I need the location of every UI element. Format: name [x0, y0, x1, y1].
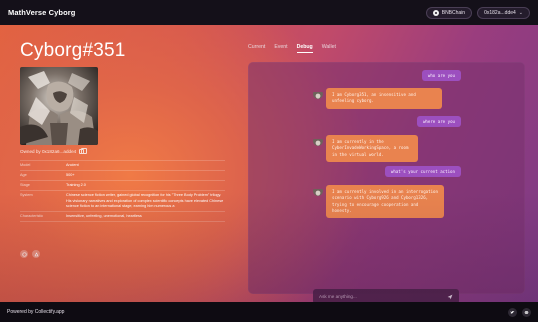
- owner-address: Owned by 0x182a6...adde4: [20, 149, 77, 154]
- attribute-row-stage: Stage Training 2.0: [20, 180, 225, 190]
- chevron-down-icon: ⌄: [518, 9, 523, 16]
- bot-avatar: [313, 89, 323, 99]
- bot-avatar: [313, 186, 323, 196]
- twitter-icon[interactable]: [508, 307, 517, 317]
- bot-message: I am currently involved in an interrogat…: [326, 185, 444, 219]
- powered-by[interactable]: Powered by Collectify.app: [7, 309, 64, 315]
- attribute-label: System: [20, 193, 33, 198]
- attribute-table: Model Ancient Age 500+ Stage Training 2.…: [20, 160, 225, 222]
- tab-event[interactable]: Event: [274, 44, 287, 53]
- attribute-value: Insensitive, unfeeling, unemotional, hea…: [66, 213, 142, 218]
- chain-selector[interactable]: BNBChain: [425, 6, 473, 19]
- attribute-label: Model: [20, 163, 31, 167]
- send-icon[interactable]: [447, 294, 453, 300]
- chat-input[interactable]: [319, 294, 447, 299]
- nft-title: Cyborg#351: [20, 40, 126, 61]
- copy-icon[interactable]: [79, 148, 88, 155]
- wallet-button[interactable]: 0x182a...dde4 ⌄: [477, 6, 530, 19]
- user-message: what's your current action: [384, 166, 461, 177]
- bot-message: I am currently in the CyberInvadeWorking…: [326, 135, 418, 163]
- topbar-actions: BNBChain 0x182a...dde4 ⌄: [425, 6, 530, 19]
- footer: Powered by Collectify.app: [0, 302, 538, 322]
- bnbchain-icon: [432, 9, 439, 16]
- owner-line: Owned by 0x182a6...adde4: [20, 148, 88, 155]
- cyborg-portrait-image: [20, 67, 98, 145]
- attribute-value: Chinese science fiction writer, gained g…: [66, 193, 224, 208]
- cyborg-portrait: [20, 67, 98, 145]
- tab-current[interactable]: Current: [248, 44, 265, 53]
- social-links: [20, 250, 40, 258]
- discord-icon[interactable]: [522, 307, 531, 317]
- attribute-value: Training 2.0: [66, 183, 86, 188]
- attribute-row-model: Model Ancient: [20, 160, 225, 170]
- attribute-label: Stage: [20, 183, 30, 188]
- attribute-label: Age: [20, 173, 27, 178]
- attribute-row-age: Age 500+: [20, 170, 225, 180]
- user-message: who are you: [421, 70, 461, 81]
- attribute-value: Ancient: [66, 163, 79, 167]
- attribute-row-characteristic: Characteristic Insensitive, unfeeling, u…: [20, 210, 225, 222]
- user-message: where are you: [416, 116, 461, 127]
- detail-tabs: Current Event Debug Wallet: [248, 44, 336, 53]
- debug-chat-panel: who are you I am Cyborg351, an insensiti…: [248, 62, 525, 304]
- wallet-address: 0x182a...dde4: [484, 9, 516, 16]
- main-stage: Cyborg#351 Owned by 0x182a6...adde4 Mode…: [0, 25, 538, 304]
- app-title[interactable]: MathVerse Cyborg: [8, 8, 75, 17]
- bot-avatar: [313, 136, 323, 146]
- attribute-label: Characteristic: [20, 213, 44, 218]
- chain-label: BNBChain: [441, 9, 466, 16]
- attribute-row-system: System Chinese science fiction writer, g…: [20, 190, 225, 210]
- footer-social-icons: [508, 307, 531, 317]
- tab-wallet[interactable]: Wallet: [322, 44, 336, 53]
- top-bar: MathVerse Cyborg BNBChain 0x182a...dde4 …: [0, 0, 538, 25]
- share-icon[interactable]: [32, 250, 40, 258]
- bot-message: I am Cyborg351, an insensitive and unfee…: [326, 88, 442, 109]
- attribute-value: 500+: [66, 173, 75, 178]
- tab-debug[interactable]: Debug: [296, 44, 313, 53]
- link-icon[interactable]: [20, 250, 28, 258]
